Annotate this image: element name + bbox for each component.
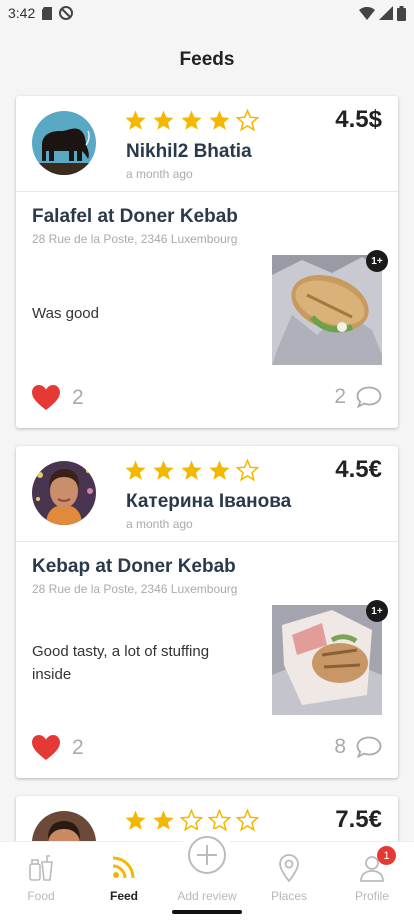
nav-profile-label: Profile <box>354 889 389 903</box>
do-not-disturb-icon <box>59 6 74 20</box>
star-filled-icon <box>153 460 174 480</box>
page-title: Feeds <box>179 49 235 70</box>
nav-food[interactable]: Food <box>0 842 82 920</box>
feed-card[interactable]: 4.5€ Катерина Іванова a month ago Kebap … <box>16 446 398 778</box>
status-time: 3:42 <box>8 5 36 21</box>
heart-icon[interactable] <box>32 385 60 411</box>
user-name[interactable]: Катерина Іванова <box>126 491 291 513</box>
home-indicator <box>172 910 242 914</box>
like-count: 2 <box>72 386 84 409</box>
like-button[interactable]: 2 <box>32 735 84 761</box>
rss-feed-icon <box>112 856 135 879</box>
rating-stars <box>124 459 259 482</box>
rating-stars <box>124 809 259 832</box>
notification-badge: 1 <box>377 846 396 865</box>
food-drink-icon <box>29 855 53 881</box>
nav-places-label: Places <box>270 889 308 903</box>
nav-places[interactable]: Places <box>248 842 330 920</box>
sd-card-icon <box>42 6 53 20</box>
star-filled-icon <box>153 810 174 830</box>
photo-count-badge: 1+ <box>366 250 388 272</box>
star-filled-icon <box>125 810 146 830</box>
star-filled-icon <box>125 110 146 130</box>
nav-add-review[interactable]: Add review <box>166 842 248 920</box>
address: 28 Rue de la Poste, 2346 Luxembourg <box>32 582 238 596</box>
heart-icon[interactable] <box>32 735 60 761</box>
review-text: Good tasty, a lot of stuffing inside <box>32 643 210 683</box>
nav-feed-label: Feed <box>109 889 138 903</box>
dish-title[interactable]: Falafel at Doner Kebab <box>32 206 238 228</box>
address: 28 Rue de la Poste, 2346 Luxembourg <box>32 232 238 246</box>
star-empty-icon <box>236 109 259 132</box>
feed-card[interactable]: 4.5$ Nikhil2 Bhatia a month ago Falafel … <box>16 96 398 428</box>
map-pin-icon <box>279 854 299 882</box>
star-filled-icon <box>209 460 230 480</box>
comment-icon[interactable] <box>356 736 382 758</box>
signal-icon <box>379 6 393 20</box>
feed-list[interactable]: 4.5$ Nikhil2 Bhatia a month ago Falafel … <box>16 96 398 875</box>
photo-count-badge: 1+ <box>366 600 388 622</box>
card-header: 4.5€ Катерина Іванова a month ago <box>16 446 398 542</box>
star-filled-icon <box>181 460 202 480</box>
rating-stars <box>124 109 259 132</box>
price: 7.5€ <box>335 806 382 833</box>
star-filled-icon <box>181 110 202 130</box>
avatar[interactable] <box>32 111 96 175</box>
nav-add-review-label: Add review <box>177 889 237 903</box>
price: 4.5€ <box>335 456 382 483</box>
nav-food-label: Food <box>27 889 55 903</box>
comment-button[interactable]: 2 <box>334 385 382 409</box>
star-filled-icon <box>209 110 230 130</box>
post-time: a month ago <box>126 517 193 531</box>
like-count: 2 <box>72 736 84 759</box>
nav-profile[interactable]: 1 Profile <box>331 842 413 920</box>
user-name[interactable]: Nikhil2 Bhatia <box>126 141 252 163</box>
post-time: a month ago <box>126 167 193 181</box>
status-bar: 3:42 <box>0 0 414 26</box>
dish-title[interactable]: Kebap at Doner Kebab <box>32 556 236 578</box>
comment-count: 8 <box>334 735 346 758</box>
comment-count: 2 <box>334 385 346 408</box>
nav-feed[interactable]: Feed <box>83 842 165 920</box>
food-photo[interactable] <box>272 605 382 715</box>
star-filled-icon <box>125 460 146 480</box>
price: 4.5$ <box>335 106 382 133</box>
review-text: Was good <box>32 305 99 322</box>
app-header: Feeds <box>0 40 414 80</box>
food-photo[interactable] <box>272 255 382 365</box>
star-empty-icon <box>236 809 259 832</box>
star-filled-icon <box>153 110 174 130</box>
comment-icon[interactable] <box>356 386 382 408</box>
card-header: 4.5$ Nikhil2 Bhatia a month ago <box>16 96 398 192</box>
comment-button[interactable]: 8 <box>334 735 382 759</box>
battery-icon <box>397 5 406 21</box>
avatar[interactable] <box>32 461 96 525</box>
like-button[interactable]: 2 <box>32 385 84 411</box>
wifi-icon <box>359 6 375 20</box>
star-empty-icon <box>236 459 259 482</box>
bottom-navigation: Food Feed Add review Places 1 Profile <box>0 828 414 920</box>
